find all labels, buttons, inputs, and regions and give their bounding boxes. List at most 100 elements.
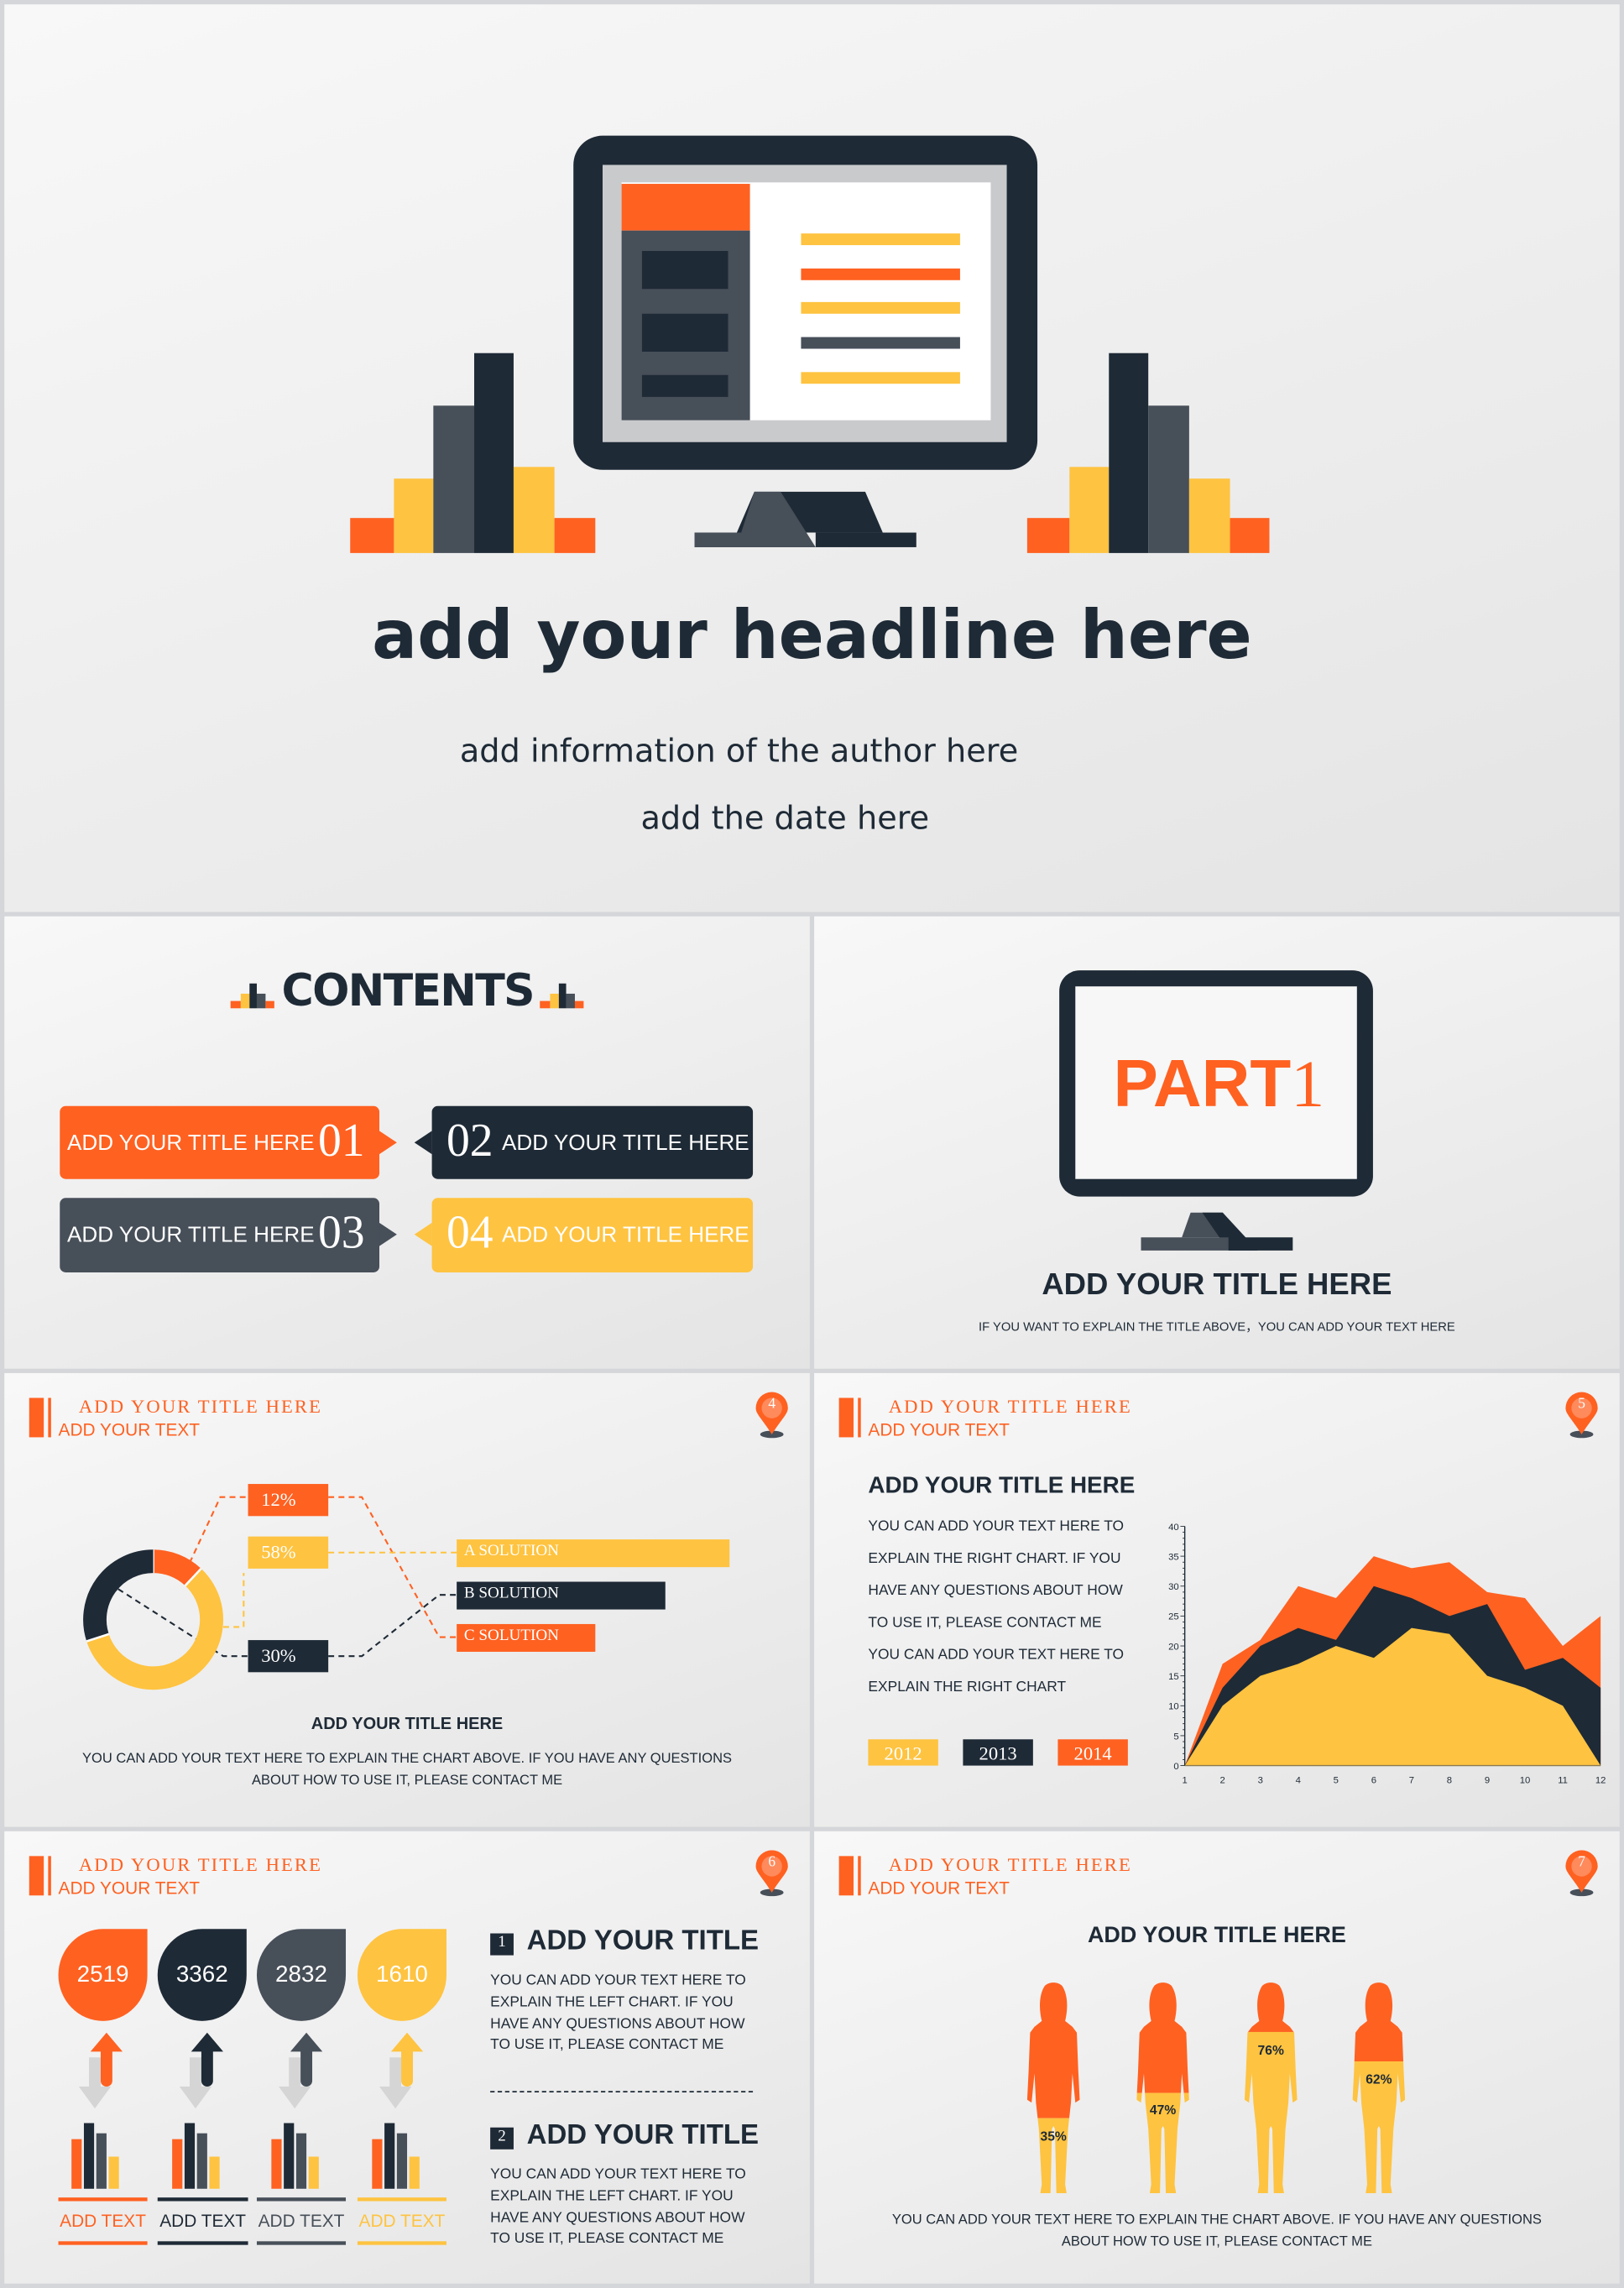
slide-6-stats[interactable]: ADD YOUR TITLE HERE ADD YOUR TEXT 6 2519… — [4, 1831, 810, 2284]
paragraph-line: HAVE ANY QUESTIONS ABOUT HOW — [490, 2016, 745, 2033]
solution-label: A SOLUTION — [463, 1542, 560, 1560]
pointer-right — [379, 1131, 397, 1155]
mini-bar-chart-icon — [271, 2139, 282, 2189]
slide-3-part1[interactable]: PART1 ADD YOUR TITLE HERE IF YOU WANT TO… — [814, 916, 1620, 1369]
donut-label-58: 58% — [248, 1536, 329, 1569]
chart-description-line: YOU CAN ADD YOUR TEXT HERE TO EXPLAIN TH… — [891, 2212, 1542, 2228]
paragraph-line: HAVE ANY QUESTIONS ABOUT HOW — [490, 2210, 745, 2227]
y-tick-label: 20 — [1168, 1642, 1179, 1652]
mini-bar-chart-icon — [108, 2156, 119, 2189]
mini-bar-chart-icon — [308, 2156, 319, 2189]
figure-percent-label: 76% — [1257, 2042, 1284, 2057]
chart-title: ADD YOUR TITLE HERE — [311, 1716, 504, 1734]
underline — [256, 2197, 347, 2202]
mini-bar-chart-icon — [83, 2123, 95, 2189]
mini-bar-chart-icon — [384, 2123, 395, 2189]
y-tick-label: 30 — [1168, 1582, 1179, 1592]
y-tick-label: 15 — [1168, 1672, 1179, 1682]
chart-description-line: YOU CAN ADD YOUR TEXT HERE TO EXPLAIN TH… — [82, 1751, 733, 1768]
contents-item-number: 03 — [317, 1205, 365, 1258]
slide-2-contents[interactable]: CONTENTS ADD YOUR TITLE HERE 01 02 ADD Y… — [4, 916, 810, 1369]
paragraph-line: EXPLAIN THE LEFT CHART. IF YOU — [490, 2188, 734, 2205]
donut-label-30: 30% — [248, 1640, 329, 1673]
slide-1-title[interactable]: add your headline here add information o… — [4, 4, 1620, 912]
woman-figure-icon — [1136, 1982, 1189, 2193]
underline — [256, 2241, 347, 2245]
stat-label: ADD TEXT — [159, 2210, 247, 2232]
contents-item-03[interactable]: ADD YOUR TITLE HERE 03 — [60, 1198, 380, 1272]
pointer-left — [414, 1131, 432, 1155]
donut-segment-30% — [83, 1549, 154, 1642]
donut-label-12: 12% — [248, 1484, 329, 1517]
contents-item-number: 04 — [446, 1205, 493, 1258]
contents-item-number: 01 — [317, 1113, 365, 1167]
slide-title: ADD YOUR TITLE HERE — [1042, 1267, 1392, 1302]
y-tick-label: 25 — [1168, 1612, 1179, 1622]
paragraph-line: TO USE IT, PLEASE CONTACT ME — [490, 2036, 724, 2054]
contents-item-label: ADD YOUR TITLE HERE — [66, 1222, 315, 1248]
stat-label: ADD TEXT — [358, 2210, 446, 2232]
woman-figure-icon — [1352, 1982, 1406, 2193]
mini-bar-chart-icon — [196, 2133, 207, 2189]
figure-unfilled — [1244, 1982, 1298, 2032]
underline — [58, 2197, 148, 2202]
figure-percent-label: 35% — [1040, 2128, 1067, 2144]
paragraph-line: EXPLAIN THE LEFT CHART. IF YOU — [490, 1994, 734, 2011]
section-number: 1 — [498, 1933, 506, 1951]
x-tick-label: 6 — [1371, 1775, 1376, 1785]
part-word: PART — [1113, 1044, 1292, 1121]
mini-bar-chart-icon — [184, 2123, 196, 2189]
x-tick-label: 1 — [1183, 1775, 1188, 1785]
donut-segment-12% — [152, 1549, 201, 1586]
contents-item-02[interactable]: 02 ADD YOUR TITLE HERE — [431, 1105, 754, 1179]
mini-bar-chart-icon — [172, 2139, 183, 2189]
figure-unfilled — [1026, 1982, 1080, 2118]
figure-fill-level — [1244, 2031, 1298, 2193]
y-tick-label: 0 — [1173, 1762, 1178, 1772]
section-title: ADD YOUR TITLE — [526, 1925, 760, 1957]
paragraph-line: YOU CAN ADD YOUR TEXT HERE TO — [490, 2166, 746, 2183]
slide-sorter: add your headline here add information o… — [0, 0, 1624, 2288]
solution-bar-c: C SOLUTION — [457, 1623, 596, 1652]
mini-bar-chart-icon — [71, 2139, 82, 2189]
slide-7-figures[interactable]: ADD YOUR TITLE HERE ADD YOUR TEXT 7 ADD … — [814, 1831, 1620, 2284]
headline: add your headline here — [372, 595, 1252, 675]
pointer-right — [379, 1222, 397, 1246]
mini-bar-chart-icon — [409, 2156, 420, 2189]
date-text: add the date here — [640, 801, 930, 838]
slide-4-donut[interactable]: ADD YOUR TITLE HERE ADD YOUR TEXT 4 12% … — [4, 1372, 810, 1827]
label-text: 30% — [261, 1644, 296, 1667]
monitor-icon — [573, 135, 1038, 547]
slide-subtitle: IF YOU WANT TO EXPLAIN THE TITLE ABOVE，Y… — [979, 1319, 1455, 1334]
x-tick-label: 7 — [1409, 1775, 1414, 1785]
underline — [157, 2241, 248, 2245]
paragraph-line: TO USE IT, PLEASE CONTACT ME — [490, 2231, 724, 2248]
contents-item-01[interactable]: ADD YOUR TITLE HERE 01 — [60, 1105, 380, 1179]
x-tick-label: 2 — [1220, 1775, 1225, 1785]
figure-percent-label: 47% — [1149, 2103, 1177, 2118]
slide-5-area-chart[interactable]: ADD YOUR TITLE HERE ADD YOUR TEXT 5 ADD … — [814, 1372, 1620, 1827]
part-label: PART1 — [1113, 1043, 1324, 1122]
section-number-badge: 1 — [490, 1933, 514, 1956]
bar-chart-right-icon — [1026, 353, 1270, 553]
underline — [157, 2197, 248, 2202]
solution-bar-b: B SOLUTION — [457, 1581, 666, 1610]
contents-item-label: ADD YOUR TITLE HERE — [66, 1131, 315, 1156]
connector-line — [328, 1594, 457, 1658]
contents-item-04[interactable]: 04 ADD YOUR TITLE HERE — [431, 1198, 754, 1272]
x-tick-label: 10 — [1520, 1775, 1531, 1785]
y-tick-label: 40 — [1168, 1523, 1179, 1533]
bar-chart-icon — [230, 983, 274, 1009]
figure-unfilled — [1352, 1982, 1406, 2062]
section-title: ADD YOUR TITLE — [526, 2120, 760, 2151]
x-tick-label: 12 — [1595, 1775, 1606, 1785]
contents-item-label: ADD YOUR TITLE HERE — [502, 1131, 749, 1156]
mini-bar-chart-icon — [396, 2133, 408, 2189]
underline — [58, 2241, 148, 2245]
pointer-left — [414, 1222, 432, 1246]
y-tick-label: 35 — [1168, 1552, 1179, 1562]
chart-description-line: ABOUT HOW TO USE IT, PLEASE CONTACT ME — [251, 1773, 563, 1789]
area-chart: 05101520253035401 2 3 4 5 6 7 8 9 10 11 12 — [1168, 1523, 1606, 1786]
bar-chart-icon — [540, 983, 584, 1009]
underline — [357, 2197, 446, 2202]
